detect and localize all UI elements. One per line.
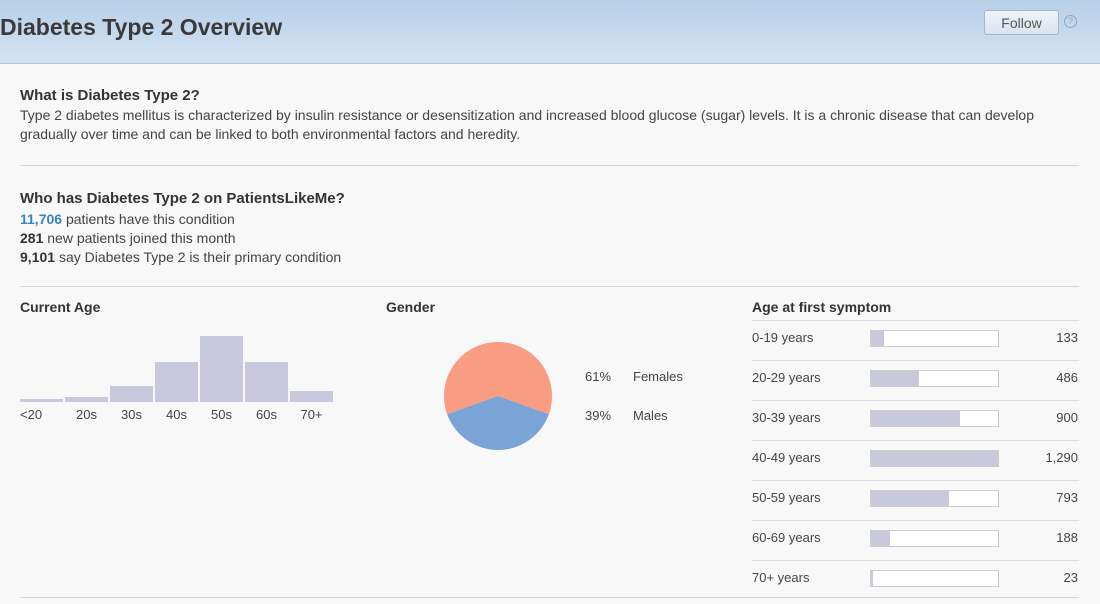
new-patients-stat: 281 new patients joined this month: [20, 230, 236, 246]
patients-count-link[interactable]: 11,706: [20, 211, 62, 227]
current-age-tick-label: 60s: [256, 407, 277, 422]
overview-content: What is Diabetes Type 2? Type 2 diabetes…: [0, 64, 1100, 604]
current-age-tick-label: 20s: [76, 407, 97, 422]
symptom-row-value: 486: [1056, 370, 1078, 385]
gender-pie-chart: [444, 342, 552, 450]
symptom-bar-track: [870, 370, 999, 387]
symptom-row-value: 900: [1056, 410, 1078, 425]
age-first-symptom-title: Age at first symptom: [752, 299, 892, 315]
current-age-bar: [200, 336, 243, 402]
current-age-tick-label: 40s: [166, 407, 187, 422]
males-label: Males: [633, 408, 668, 423]
current-age-bar: [65, 397, 108, 402]
divider: [752, 480, 1079, 481]
symptom-row-label: 60-69 years: [752, 530, 821, 545]
males-percent: 39%: [585, 408, 612, 423]
symptom-bar-track: [870, 450, 999, 467]
current-age-tick-label: 50s: [211, 407, 232, 422]
divider: [752, 360, 1079, 361]
who-heading: Who has Diabetes Type 2 on PatientsLikeM…: [20, 190, 345, 207]
symptom-row-value: 1,290: [1045, 450, 1078, 465]
current-age-bar: [155, 362, 198, 402]
current-age-bar: [20, 399, 63, 402]
symptom-bar: [871, 371, 919, 386]
symptom-row-label: 20-29 years: [752, 370, 821, 385]
symptom-bar: [871, 571, 873, 586]
symptom-row-label: 70+ years: [752, 570, 810, 585]
symptom-bar-track: [870, 410, 999, 427]
symptom-row-value: 133: [1056, 330, 1078, 345]
symptom-bar: [871, 411, 960, 426]
current-age-chart: <20 20s 30s 40s 50s 60s 70+: [20, 334, 350, 422]
females-label: Females: [633, 369, 683, 384]
follow-button[interactable]: Follow: [984, 10, 1059, 35]
current-age-bar: [290, 391, 333, 402]
symptom-bar: [871, 331, 884, 346]
about-heading: What is Diabetes Type 2?: [20, 87, 200, 104]
current-age-title: Current Age: [20, 299, 101, 315]
page-title: Diabetes Type 2 Overview: [0, 14, 283, 40]
symptom-bar-track: [870, 330, 999, 347]
gender-title: Gender: [386, 299, 436, 315]
about-line-2: gradually over time and can be linked to…: [20, 126, 521, 142]
symptom-bar-track: [870, 530, 999, 547]
help-icon[interactable]: ?: [1064, 15, 1077, 28]
current-age-tick-label: 30s: [121, 407, 142, 422]
symptom-bar-track: [870, 570, 999, 587]
divider: [752, 320, 1079, 321]
patients-stat: 11,706 patients have this condition: [20, 211, 235, 227]
divider: [20, 165, 1079, 166]
divider: [20, 286, 1079, 287]
symptom-row-label: 30-39 years: [752, 410, 821, 425]
symptom-row-value: 23: [1063, 570, 1078, 585]
current-age-bar: [245, 362, 288, 402]
divider: [752, 400, 1079, 401]
current-age-tick-label: <20: [20, 407, 43, 422]
divider: [752, 440, 1079, 441]
current-age-bar: [110, 386, 153, 402]
symptom-bar: [871, 451, 998, 466]
symptom-row-label: 0-19 years: [752, 330, 814, 345]
females-percent: 61%: [585, 369, 612, 384]
symptom-row-label: 40-49 years: [752, 450, 821, 465]
current-age-tick-label: 70+: [300, 407, 323, 422]
symptom-bar: [871, 491, 949, 506]
symptom-row-label: 50-59 years: [752, 490, 821, 505]
primary-condition-stat: 9,101 say Diabetes Type 2 is their prima…: [20, 249, 342, 265]
symptom-row-value: 188: [1056, 530, 1078, 545]
symptom-row-value: 793: [1056, 490, 1078, 505]
page-header: Diabetes Type 2 Overview Follow ?: [0, 0, 1100, 64]
divider: [752, 560, 1079, 561]
about-line-1: Type 2 diabetes mellitus is characterize…: [20, 107, 1034, 123]
divider: [752, 520, 1079, 521]
symptom-bar: [871, 531, 890, 546]
symptom-bar-track: [870, 490, 999, 507]
divider: [20, 597, 1079, 598]
